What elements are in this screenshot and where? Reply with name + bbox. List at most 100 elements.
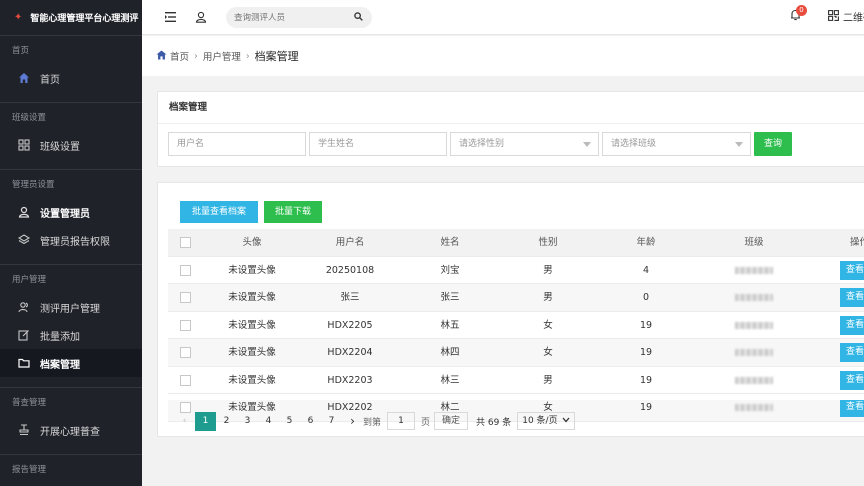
- filter-card-title: 档案管理: [158, 92, 864, 124]
- sidebar-item-archive-management[interactable]: 档案管理: [0, 349, 142, 377]
- row-checkbox[interactable]: [180, 374, 191, 386]
- section-title: 首页: [12, 46, 30, 56]
- page-button[interactable]: 7: [321, 412, 342, 431]
- goto-label: 到第: [363, 417, 382, 428]
- sidebar-item-conduct-survey[interactable]: 开展心理普查: [0, 416, 142, 444]
- user-profile-icon[interactable]: [192, 8, 210, 26]
- home-icon: [17, 71, 31, 85]
- column-header: 操作: [850, 237, 864, 248]
- cell-name: 林四: [440, 347, 460, 358]
- page-size-value: 10 条/页: [522, 416, 558, 426]
- view-button[interactable]: 查看: [840, 370, 864, 390]
- cell-username: 张三: [340, 292, 360, 303]
- gender-select[interactable]: 请选择性别: [450, 132, 599, 156]
- page-unit-label: 页: [421, 417, 431, 428]
- column-header: 性别: [538, 237, 558, 248]
- cell-avatar: 未设置头像: [228, 374, 276, 386]
- username-input[interactable]: 用户名: [168, 132, 306, 156]
- top-header: 0 二维码: [142, 0, 864, 35]
- breadcrumb-user-management[interactable]: 用户管理: [203, 49, 241, 63]
- view-button[interactable]: 查看: [840, 288, 864, 307]
- view-button[interactable]: 查看: [840, 260, 864, 280]
- row-checkbox[interactable]: [180, 319, 191, 331]
- page-button[interactable]: 6: [300, 412, 321, 431]
- cell-avatar: 未设置头像: [228, 319, 276, 331]
- query-button[interactable]: 查询: [754, 132, 792, 156]
- sidebar-item-label: 档案管理: [40, 359, 80, 371]
- user-icon: [17, 205, 31, 219]
- cell-gender: 男: [543, 374, 553, 386]
- search-box[interactable]: [226, 7, 372, 28]
- users-icon: [17, 300, 31, 314]
- sidebar-item-batch-add[interactable]: 批量添加: [0, 321, 142, 349]
- cell-class-redacted: [724, 257, 784, 284]
- next-page-icon[interactable]: ›: [342, 412, 363, 431]
- view-button[interactable]: 查看: [840, 343, 864, 362]
- sidebar-section-report: 报告管理: [0, 454, 142, 483]
- sidebar-item-label: 首页: [40, 74, 60, 86]
- page-button[interactable]: 2: [216, 412, 237, 431]
- page-button[interactable]: 1: [195, 411, 216, 431]
- sidebar-item-home[interactable]: 首页: [0, 64, 142, 92]
- batch-view-archive-button[interactable]: 批量查看档案: [180, 201, 258, 223]
- archive-table: 头像 用户名 姓名 性别 年龄 班级 操作 未设置头像20250108刘宝男4查…: [168, 229, 864, 422]
- table-header-row: 头像 用户名 姓名 性别 年龄 班级 操作: [168, 229, 864, 257]
- sidebar-item-class-settings[interactable]: 班级设置: [0, 131, 142, 159]
- column-header: 年龄: [636, 237, 656, 248]
- redacted-class-name: [735, 321, 773, 329]
- page-button[interactable]: 5: [279, 412, 300, 431]
- sidebar-item-label: 班级设置: [40, 141, 80, 153]
- batch-download-button[interactable]: 批量下载: [264, 201, 322, 223]
- sidebar-item-admin-report-permission[interactable]: 管理员报告权限: [0, 226, 142, 254]
- page-button[interactable]: 3: [237, 412, 258, 431]
- view-button[interactable]: 查看: [840, 315, 864, 335]
- section-title: 报告管理: [12, 465, 47, 475]
- cell-class-redacted: [724, 367, 784, 394]
- cell-age: 4: [642, 264, 650, 276]
- row-checkbox[interactable]: [180, 264, 191, 276]
- redacted-class-name: [735, 349, 773, 356]
- section-title: 班级设置: [12, 113, 47, 123]
- row-checkbox[interactable]: [180, 292, 191, 303]
- cell-name: 林五: [440, 319, 460, 331]
- sidebar: ✦ 智能心理管理平台心理测评 首页 首页 班级设置 班级设置 管理员设置 设置管…: [0, 0, 142, 486]
- stamp-icon: [17, 423, 31, 437]
- cell-name: 张三: [440, 292, 460, 303]
- goto-page-input[interactable]: 1: [387, 412, 416, 430]
- cell-class-redacted: [724, 284, 784, 311]
- search-input[interactable]: [234, 12, 354, 23]
- sidebar-item-label: 管理员报告权限: [40, 236, 110, 248]
- sidebar-section-admin: 管理员设置 设置管理员 管理员报告权限: [0, 169, 142, 264]
- sidebar-item-assessment-users[interactable]: 测评用户管理: [0, 293, 142, 321]
- cell-gender: 女: [543, 319, 553, 331]
- column-header: 用户名: [335, 237, 365, 248]
- pagination: ‹ 1234567 › 到第 1 页 确定 共 69 条 10 条/页: [174, 411, 575, 431]
- cell-name: 林三: [440, 374, 460, 386]
- cell-avatar: 未设置头像: [228, 292, 276, 303]
- home-icon[interactable]: [156, 49, 167, 63]
- column-header: 姓名: [440, 237, 460, 248]
- breadcrumb-separator: ›: [194, 50, 198, 62]
- row-checkbox[interactable]: [180, 347, 191, 358]
- app-title: 智能心理管理平台心理测评: [30, 14, 139, 24]
- cell-class-redacted: [724, 312, 784, 339]
- layers-icon: [17, 233, 31, 247]
- goto-confirm-button[interactable]: 确定: [434, 412, 469, 430]
- sidebar-item-set-admin[interactable]: 设置管理员: [0, 198, 142, 226]
- menu-toggle-icon[interactable]: [161, 8, 179, 26]
- search-icon[interactable]: [354, 11, 363, 24]
- page-size-select[interactable]: 10 条/页: [517, 412, 575, 430]
- view-button[interactable]: 查看: [840, 398, 864, 417]
- qr-code-button[interactable]: 二维码: [828, 9, 864, 24]
- prev-page-icon[interactable]: ‹: [174, 412, 195, 431]
- page-button[interactable]: 4: [258, 412, 279, 431]
- sidebar-item-label: 批量添加: [40, 331, 80, 343]
- breadcrumb-home[interactable]: 首页: [170, 49, 189, 63]
- select-all-checkbox[interactable]: [180, 237, 191, 248]
- class-select[interactable]: 请选择班级: [602, 132, 751, 156]
- sidebar-section-class: 班级设置 班级设置: [0, 102, 142, 169]
- table-row: 未设置头像 HDX2203 林三 男 19 查看: [168, 367, 864, 394]
- table-row: 未设置头像 HDX2205 林五 女 19 查看: [168, 312, 864, 339]
- student-name-input[interactable]: 学生姓名: [309, 132, 447, 156]
- column-header: 头像: [242, 237, 262, 248]
